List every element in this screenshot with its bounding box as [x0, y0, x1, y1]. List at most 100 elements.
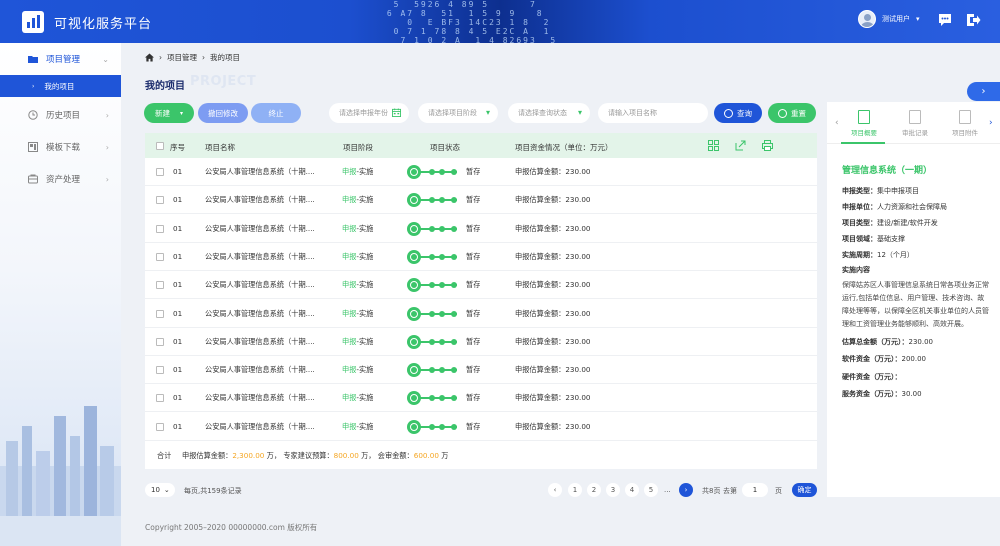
grid-view-icon[interactable]	[708, 140, 719, 151]
table-row[interactable]: 01 公安局人事管理信息系统（十期.... 申报-实施 暂存 申报估算金额：230.00	[145, 186, 817, 215]
page-size-select[interactable]: 10 ⌄	[145, 483, 175, 497]
table-row[interactable]: 01 公安局人事管理信息系统（十期.... 申报-实施 暂存 申报估算金额：230.00	[145, 356, 817, 385]
sidebar-subitem-my-projects[interactable]: › 我的项目	[0, 75, 121, 97]
sidebar-item-asset-processing[interactable]: 资产处理 ›	[0, 163, 121, 195]
tab-project-summary[interactable]: 项目概要	[841, 110, 887, 137]
row-project-name[interactable]: 公安局人事管理信息系统（十期....	[205, 337, 325, 347]
goto-page-input[interactable]: 1	[742, 483, 768, 497]
stage-next: -实施	[356, 421, 374, 431]
row-checkbox[interactable]	[156, 366, 164, 375]
attachment-icon	[959, 110, 971, 124]
row-project-name[interactable]: 公安局人事管理信息系统（十期....	[205, 393, 325, 403]
summary-audit-label: 会审金额：	[377, 451, 414, 460]
page-button[interactable]: 2	[587, 483, 601, 497]
home-icon[interactable]	[145, 53, 154, 62]
stage-next: -实施	[356, 195, 374, 205]
page-button[interactable]: 4	[625, 483, 639, 497]
row-project-name[interactable]: 公安局人事管理信息系统（十期....	[205, 365, 325, 375]
project-name-input[interactable]: 请输入项目名称	[598, 103, 708, 123]
row-project-name[interactable]: 公安局人事管理信息系统（十期....	[205, 280, 325, 290]
next-page-button[interactable]: ›	[679, 483, 693, 497]
progress-dot	[439, 225, 445, 232]
progress-dot	[429, 225, 435, 232]
sidebar-subitem-label: 我的项目	[44, 81, 75, 91]
table-summary: 合计 申报估算金额：2,300.00 万， 专家建议预算：800.00 万， 会…	[145, 441, 817, 469]
reset-button[interactable]: 重置	[768, 103, 816, 123]
table-row[interactable]: 01 公安局人事管理信息系统（十期.... 申报-实施 暂存 申报估算金额：230.00	[145, 413, 817, 441]
field-label: 申报类型：	[842, 187, 877, 195]
page-button[interactable]: 1	[568, 483, 582, 497]
row-checkbox[interactable]	[156, 196, 164, 205]
stop-button[interactable]: 终止	[251, 103, 301, 123]
sidebar-item-template-download[interactable]: 模板下载 ›	[0, 131, 121, 163]
row-checkbox[interactable]	[156, 337, 164, 346]
table-row[interactable]: 01 公安局人事管理信息系统（十期.... 申报-实施 暂存 申报估算金额：230.00	[145, 300, 817, 328]
panel-field: 项目类型：建设/新建/软件开发	[842, 218, 938, 228]
tabs-prev-icon[interactable]: ‹	[835, 118, 839, 128]
new-button[interactable]: 新建 ▾	[144, 103, 194, 123]
table-row[interactable]: 01 公安局人事管理信息系统（十期.... 申报-实施 暂存 申报估算金额：230.00	[145, 271, 817, 300]
user-menu[interactable]: 测试用户 ▾	[858, 10, 920, 28]
select-all-checkbox[interactable]	[156, 142, 164, 150]
stage-next: -实施	[356, 365, 374, 375]
status-select[interactable]: 请选择查询状态 ▾	[508, 103, 590, 123]
page-button[interactable]: 5	[644, 483, 658, 497]
withdraw-button[interactable]: 撤回修改	[198, 103, 248, 123]
tab-approval-records[interactable]: 审批记录	[892, 110, 938, 137]
message-icon[interactable]	[937, 12, 953, 28]
row-checkbox[interactable]	[156, 168, 164, 176]
tabs-next-icon[interactable]: ›	[989, 118, 993, 128]
row-project-name[interactable]: 公安局人事管理信息系统（十期....	[205, 309, 325, 319]
header-index: 序号	[170, 143, 185, 152]
top-header: 5 5926 4 89 5 7 6 A7 8 51 1 5 9 9 8 0 E …	[0, 0, 1000, 43]
sidebar-item-history[interactable]: 历史项目 ›	[0, 99, 121, 131]
row-index: 01	[173, 195, 183, 205]
avatar[interactable]	[858, 10, 876, 28]
row-checkbox[interactable]	[156, 252, 164, 261]
row-checkbox[interactable]	[156, 394, 164, 403]
row-checkbox[interactable]	[156, 281, 164, 290]
row-checkbox[interactable]	[156, 422, 164, 431]
stage-current: 申报	[342, 365, 357, 375]
row-funding: 申报估算金额：230.00	[515, 195, 591, 205]
query-button[interactable]: 查询	[714, 103, 762, 123]
progress-dot	[439, 395, 445, 402]
field-value: 人力资源和社会保障局	[877, 203, 947, 211]
stage-current: 申报	[342, 280, 357, 290]
table-row[interactable]: 01 公安局人事管理信息系统（十期.... 申报-实施 暂存 申报估算金额：230.00	[145, 328, 817, 356]
row-project-name[interactable]: 公安局人事管理信息系统（十期....	[205, 224, 325, 234]
table-row[interactable]: 01 公安局人事管理信息系统（十期.... 申报-实施 暂存 申报估算金额：230.00	[145, 158, 817, 186]
table-row[interactable]: 01 公安局人事管理信息系统（十期.... 申报-实施 暂存 申报估算金额：230.00	[145, 384, 817, 413]
chevron-down-icon: ▾	[916, 15, 920, 23]
export-icon[interactable]	[735, 140, 746, 151]
row-project-name[interactable]: 公安局人事管理信息系统（十期....	[205, 252, 325, 262]
row-project-name[interactable]: 公安局人事管理信息系统（十期....	[205, 422, 325, 432]
new-button-label: 新建	[154, 108, 170, 118]
table-row[interactable]: 01 公安局人事管理信息系统（十期.... 申报-实施 暂存 申报估算金额：230.00	[145, 243, 817, 271]
table-row[interactable]: 01 公安局人事管理信息系统（十期.... 申报-实施 暂存 申报估算金额：230.00	[145, 215, 817, 243]
logo-icon[interactable]	[22, 11, 44, 33]
progress-dot	[429, 169, 435, 175]
edit-document-icon	[909, 110, 921, 124]
row-project-name[interactable]: 公安局人事管理信息系统（十期....	[205, 167, 325, 177]
progress-dot	[429, 310, 435, 317]
row-checkbox[interactable]	[156, 309, 164, 318]
print-icon[interactable]	[762, 140, 773, 151]
check-circle-icon	[407, 278, 421, 293]
row-project-name[interactable]: 公安局人事管理信息系统（十期....	[205, 195, 325, 205]
year-select[interactable]: 请选择申报年份	[329, 103, 409, 123]
sidebar-item-project-management[interactable]: 项目管理 ⌄	[0, 43, 121, 75]
panel-collapse-button[interactable]: ›	[967, 82, 1000, 101]
breadcrumb-level1[interactable]: 项目管理	[167, 52, 197, 63]
tab-attachments[interactable]: 项目附件	[942, 110, 988, 137]
prev-page-button[interactable]: ‹	[548, 483, 562, 497]
row-status: 暂存	[466, 365, 481, 375]
stage-select[interactable]: 请选择项目阶段 ▾	[418, 103, 498, 123]
logout-icon[interactable]	[965, 12, 981, 28]
row-checkbox[interactable]	[156, 224, 164, 233]
page-button[interactable]: 3	[606, 483, 620, 497]
progress-dot	[429, 253, 435, 260]
goto-confirm-button[interactable]: 确定	[792, 483, 817, 497]
progress-dot	[439, 367, 445, 374]
row-index: 01	[173, 365, 183, 375]
